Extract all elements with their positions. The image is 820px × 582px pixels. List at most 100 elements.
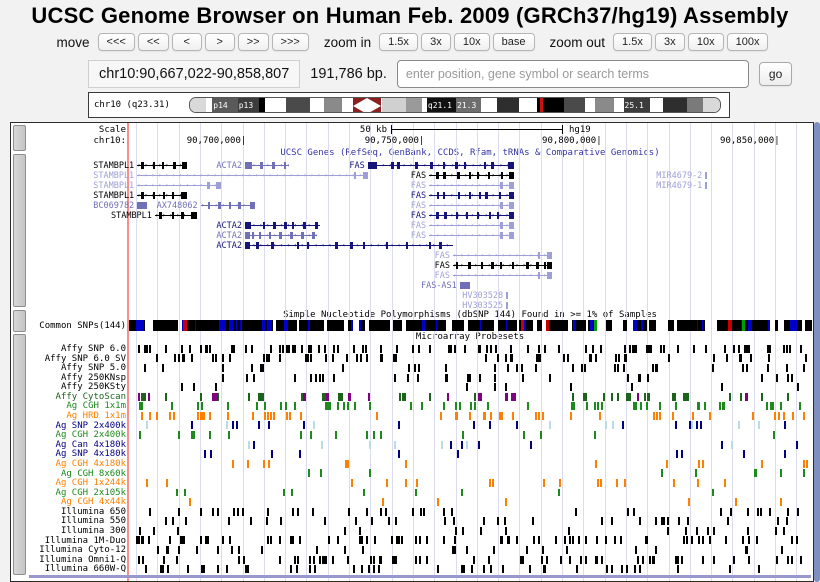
array-probe-tick[interactable] (222, 364, 224, 372)
gene-label[interactable]: ACTA2 (216, 221, 242, 231)
array-probe-tick[interactable] (321, 441, 323, 449)
array-probe-tick[interactable] (209, 431, 211, 439)
snp-bar[interactable] (296, 320, 297, 331)
array-probe-tick[interactable] (189, 498, 191, 506)
array-probe-tick[interactable] (182, 354, 184, 362)
array-probe-tick[interactable] (177, 527, 179, 535)
array-probe-tick[interactable] (344, 546, 346, 554)
array-probe-tick[interactable] (227, 402, 229, 410)
array-probe-tick[interactable] (661, 469, 663, 477)
array-probe-tick[interactable] (366, 536, 368, 544)
array-probe-tick[interactable] (343, 402, 345, 410)
array-probe-tick[interactable] (505, 498, 507, 506)
move-button-2[interactable]: < (172, 33, 202, 51)
array-probe-tick[interactable] (138, 556, 140, 564)
array-probe-tick[interactable] (617, 364, 619, 372)
array-probe-tick[interactable] (626, 565, 628, 573)
array-probe-tick[interactable] (696, 421, 698, 429)
array-probe-tick[interactable] (410, 402, 412, 410)
array-probe-tick[interactable] (776, 556, 778, 564)
array-probe-tick[interactable] (380, 345, 382, 353)
array-probe-tick[interactable] (380, 354, 382, 362)
array-probe-tick[interactable] (745, 546, 747, 554)
array-probe-tick[interactable] (156, 354, 158, 362)
array-probe-tick[interactable] (200, 508, 202, 516)
array-probe-tick[interactable] (232, 460, 234, 468)
array-probe-tick[interactable] (324, 345, 326, 353)
gene-label[interactable]: FAS (411, 191, 426, 201)
array-probe-tick[interactable] (395, 556, 397, 564)
array-probe-tick[interactable] (440, 412, 442, 420)
array-probe-tick[interactable] (301, 393, 303, 401)
array-probe-tick[interactable] (555, 536, 557, 544)
array-probe-tick[interactable] (209, 345, 211, 353)
array-probe-tick[interactable] (516, 421, 518, 429)
array-probe-tick[interactable] (675, 421, 677, 429)
array-probe-tick[interactable] (585, 345, 587, 353)
array-probe-tick[interactable] (756, 536, 758, 544)
array-probe-tick[interactable] (705, 345, 707, 353)
array-probe-tick[interactable] (569, 536, 571, 544)
array-probe-tick[interactable] (505, 354, 507, 362)
array-probe-tick[interactable] (370, 556, 372, 564)
array-probe-tick[interactable] (668, 354, 670, 362)
array-probe-tick[interactable] (712, 489, 714, 497)
array-probe-tick[interactable] (314, 565, 316, 573)
snp-bar[interactable] (582, 320, 586, 331)
gene-label[interactable]: HV303525 (462, 301, 503, 311)
array-probe-tick[interactable] (483, 412, 485, 420)
array-probe-tick[interactable] (527, 345, 529, 353)
array-probe-tick[interactable] (634, 345, 636, 353)
array-probe-tick[interactable] (267, 536, 269, 544)
browser-track-image[interactable]: Scale chr10: UCSC Genes (RefSeq, GenBank… (10, 122, 814, 582)
array-probe-tick[interactable] (592, 345, 594, 353)
scrollbar-thumb[interactable] (814, 122, 820, 582)
array-probe-tick[interactable] (786, 364, 788, 372)
array-probe-tick[interactable] (742, 364, 744, 372)
gene-label[interactable]: FAS (411, 171, 426, 181)
zoom-in-button-3[interactable]: base (493, 33, 535, 51)
array-probe-tick[interactable] (338, 393, 343, 401)
array-probe-tick[interactable] (294, 345, 296, 353)
array-probe-tick[interactable] (226, 421, 228, 429)
array-probe-tick[interactable] (492, 479, 494, 487)
array-probe-tick[interactable] (485, 354, 487, 362)
array-probe-tick[interactable] (656, 412, 658, 420)
array-probe-tick[interactable] (149, 345, 151, 353)
array-probe-tick[interactable] (535, 412, 537, 420)
array-probe-tick[interactable] (196, 546, 198, 554)
array-probe-tick[interactable] (559, 479, 561, 487)
array-probe-tick[interactable] (361, 536, 363, 544)
gene-label[interactable]: STAMBPL1 (93, 181, 134, 191)
array-probe-tick[interactable] (437, 565, 439, 573)
array-probe-tick[interactable] (361, 565, 363, 573)
array-probe-tick[interactable] (590, 354, 592, 362)
move-button-1[interactable]: << (138, 33, 169, 51)
array-probe-tick[interactable] (626, 393, 631, 401)
array-probe-tick[interactable] (258, 393, 264, 401)
array-probe-tick[interactable] (369, 441, 371, 449)
array-probe-tick[interactable] (452, 546, 454, 554)
array-probe-tick[interactable] (362, 546, 364, 554)
array-probe-tick[interactable] (308, 469, 310, 477)
array-probe-tick[interactable] (713, 527, 715, 535)
array-probe-tick[interactable] (353, 565, 355, 573)
array-probe-tick[interactable] (560, 556, 562, 564)
array-probe-tick[interactable] (755, 469, 757, 477)
array-probe-tick[interactable] (201, 402, 203, 410)
array-probe-tick[interactable] (497, 354, 499, 362)
array-probe-tick[interactable] (443, 508, 445, 516)
array-probe-tick[interactable] (606, 565, 608, 573)
array-probe-tick[interactable] (246, 374, 248, 382)
zoom-out-button-2[interactable]: 10x (688, 33, 724, 51)
array-probe-tick[interactable] (470, 402, 472, 410)
snp-bar[interactable] (272, 320, 273, 331)
array-probe-tick[interactable] (698, 460, 700, 468)
gene-tick[interactable] (506, 292, 508, 299)
array-probe-tick[interactable] (572, 364, 574, 372)
array-probe-tick[interactable] (325, 402, 327, 410)
move-button-3[interactable]: > (205, 33, 235, 51)
array-probe-tick[interactable] (585, 536, 587, 544)
array-probe-tick[interactable] (176, 489, 178, 497)
array-probe-tick[interactable] (169, 412, 171, 420)
